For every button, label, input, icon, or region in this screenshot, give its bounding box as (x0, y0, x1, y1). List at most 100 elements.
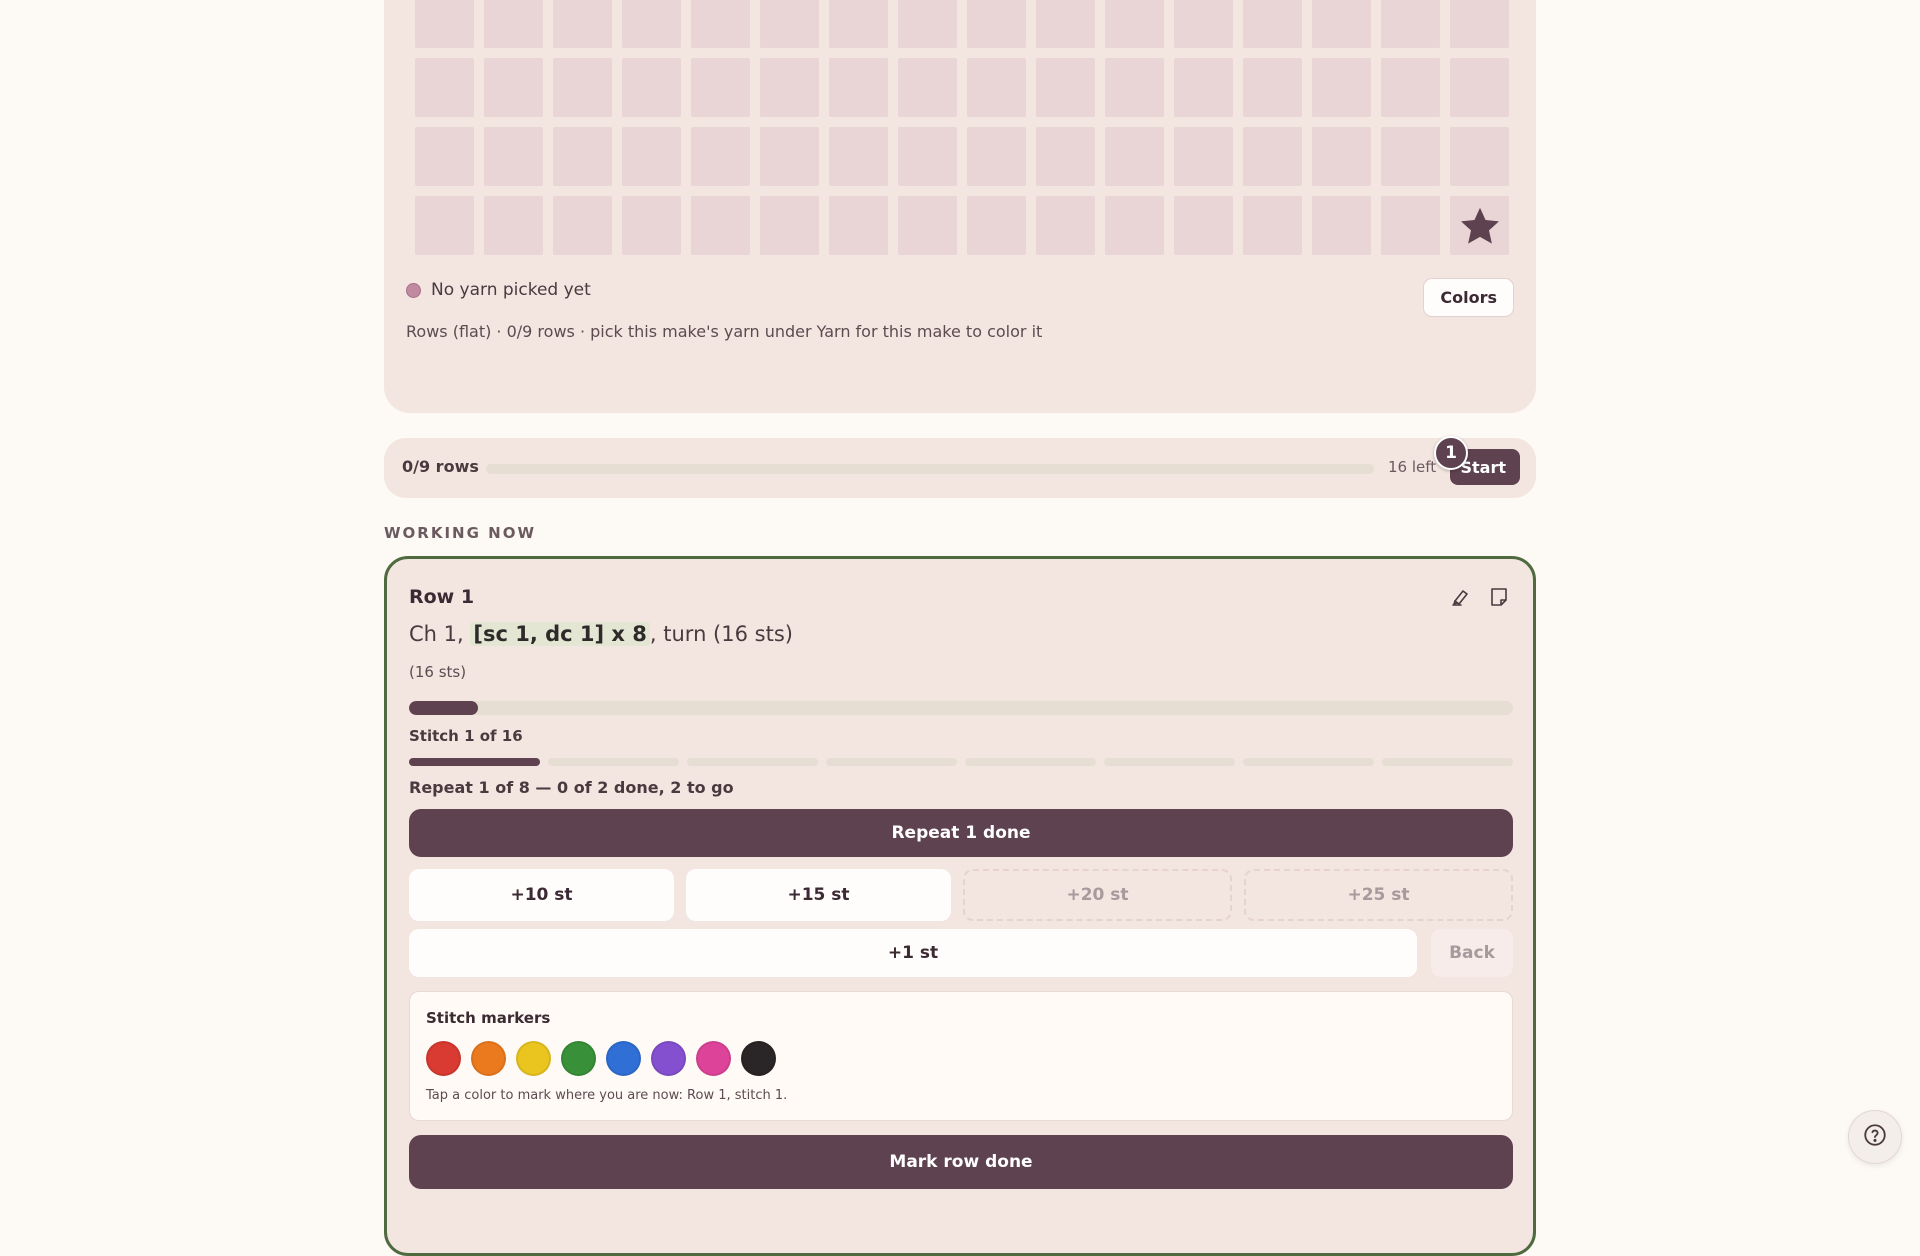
chart-cell[interactable] (760, 0, 819, 48)
marker-color-swatch[interactable] (606, 1041, 641, 1076)
chart-cell[interactable] (1243, 58, 1302, 117)
chart-cell[interactable] (829, 127, 888, 186)
increment-button[interactable]: +25 st (1244, 869, 1513, 921)
chart-cell[interactable] (1036, 0, 1095, 48)
chart-cell[interactable] (1312, 58, 1371, 117)
chart-cell[interactable] (415, 58, 474, 117)
chart-cell[interactable] (829, 58, 888, 117)
chart-cell[interactable] (622, 58, 681, 117)
chart-cell[interactable] (1036, 196, 1095, 255)
marker-color-swatch[interactable] (561, 1041, 596, 1076)
chart-cell[interactable] (415, 196, 474, 255)
chart-cell[interactable] (1105, 58, 1164, 117)
chart-cell[interactable] (1036, 127, 1095, 186)
increment-button[interactable]: +15 st (686, 869, 951, 921)
chart-cell[interactable] (553, 196, 612, 255)
chart-cell[interactable] (760, 127, 819, 186)
chart-cell[interactable] (1450, 0, 1509, 48)
stitch-position: Stitch 1 of 16 (409, 727, 523, 745)
chart-cell[interactable] (622, 127, 681, 186)
repeat-highlight[interactable]: [sc 1, dc 1] x 8 (470, 622, 650, 646)
chart-cell[interactable] (553, 127, 612, 186)
chart-cell[interactable] (622, 196, 681, 255)
chart-cell[interactable] (691, 127, 750, 186)
increment-buttons: +10 st +15 st +20 st +25 st (409, 869, 1513, 921)
chart-cell[interactable] (691, 0, 750, 48)
help-button[interactable] (1848, 1110, 1902, 1164)
chart-cell[interactable] (1243, 196, 1302, 255)
marker-color-swatch[interactable] (651, 1041, 686, 1076)
chart-cell[interactable] (1312, 0, 1371, 48)
chart-cell[interactable] (898, 58, 957, 117)
chart-cell[interactable] (1105, 196, 1164, 255)
mark-row-done-button[interactable]: Mark row done (409, 1135, 1513, 1189)
chart-cell[interactable] (1381, 196, 1440, 255)
chart-cell[interactable] (1174, 196, 1233, 255)
marker-color-swatch[interactable] (471, 1041, 506, 1076)
repeat-status: Repeat 1 of 8 — 0 of 2 done, 2 to go (409, 778, 734, 797)
repeat-done-button[interactable]: Repeat 1 done (409, 809, 1513, 857)
chart-cell[interactable] (967, 0, 1026, 48)
chart-cell[interactable] (484, 196, 543, 255)
chart-cell[interactable] (484, 127, 543, 186)
chart-cell[interactable] (1105, 0, 1164, 48)
repeat-segments (409, 758, 1513, 766)
chart-cell[interactable] (1174, 127, 1233, 186)
row-title: Row 1 (409, 586, 475, 608)
chart-cell[interactable] (553, 0, 612, 48)
note-icon[interactable] (1487, 585, 1511, 613)
plus-one-stitch-button[interactable]: +1 st (409, 929, 1417, 977)
increment-button[interactable]: +20 st (963, 869, 1232, 921)
section-label: WORKING NOW (384, 524, 536, 542)
chart-cell[interactable] (829, 196, 888, 255)
chart-cell[interactable] (829, 0, 888, 48)
chart-cell[interactable] (415, 0, 474, 48)
marker-swatches (426, 1041, 776, 1076)
chart-cell[interactable] (1243, 127, 1302, 186)
chart-cell[interactable] (484, 58, 543, 117)
chart-cell[interactable] (622, 0, 681, 48)
chart-cell[interactable] (1312, 127, 1371, 186)
chart-cell[interactable] (691, 58, 750, 117)
marker-color-swatch[interactable] (741, 1041, 776, 1076)
highlighter-icon[interactable] (1449, 585, 1473, 613)
colors-button[interactable]: Colors (1423, 278, 1514, 317)
chart-cell[interactable] (1381, 0, 1440, 48)
marker-color-swatch[interactable] (426, 1041, 461, 1076)
row-instruction: Ch 1, [sc 1, dc 1] x 8, turn (16 sts) (409, 622, 793, 646)
increment-button[interactable]: +10 st (409, 869, 674, 921)
chart-cell-current[interactable] (1450, 196, 1509, 255)
repeat-segment (1382, 758, 1513, 766)
star-icon (1460, 207, 1499, 244)
chart-cell[interactable] (1312, 196, 1371, 255)
chart-cell[interactable] (1105, 127, 1164, 186)
marker-color-swatch[interactable] (516, 1041, 551, 1076)
chart-cell[interactable] (1174, 0, 1233, 48)
chart-cell[interactable] (1381, 58, 1440, 117)
chart-cell[interactable] (967, 196, 1026, 255)
repeat-segment (965, 758, 1096, 766)
marker-color-swatch[interactable] (696, 1041, 731, 1076)
chart-cell[interactable] (1450, 127, 1509, 186)
chart-cell[interactable] (484, 0, 543, 48)
chart-cell[interactable] (967, 127, 1026, 186)
chart-cell[interactable] (760, 58, 819, 117)
chart-cell[interactable] (415, 127, 474, 186)
yarn-dot-icon (406, 282, 421, 298)
chart-cell[interactable] (1036, 58, 1095, 117)
chart-cell[interactable] (553, 58, 612, 117)
repeat-segment (409, 758, 540, 766)
rows-progress-track (486, 464, 1374, 474)
chart-cell[interactable] (1174, 58, 1233, 117)
chart-cell[interactable] (1450, 58, 1509, 117)
chart-cell[interactable] (1243, 0, 1302, 48)
chart-cell[interactable] (898, 127, 957, 186)
chart-cell[interactable] (898, 196, 957, 255)
chart-cell[interactable] (691, 196, 750, 255)
chart-cell[interactable] (898, 0, 957, 48)
chart-cell[interactable] (967, 58, 1026, 117)
chart-cell[interactable] (1381, 127, 1440, 186)
back-button[interactable]: Back (1431, 929, 1513, 977)
stitch-chart-grid[interactable] (415, 0, 1509, 255)
chart-cell[interactable] (760, 196, 819, 255)
